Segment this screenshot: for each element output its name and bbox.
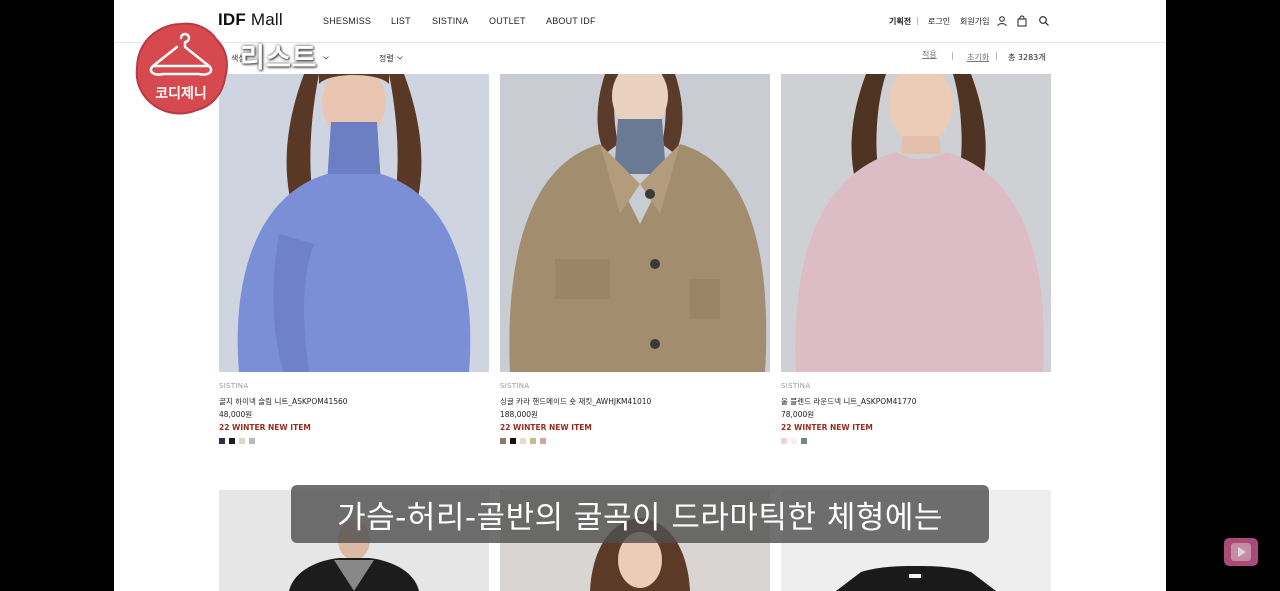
product-brand: SISTINA: [219, 382, 249, 390]
product-price: 78,000원: [781, 410, 815, 419]
color-swatch[interactable]: [801, 438, 807, 444]
product-price: 188,000원: [500, 410, 538, 419]
product-name[interactable]: 싱글 카라 핸드메이드 숏 재킷_AWHJKM41010: [500, 396, 651, 407]
color-swatch[interactable]: [540, 438, 546, 444]
logo-rest: Mall: [245, 10, 283, 29]
filter-separator: |: [951, 51, 954, 60]
product-brand: SISTINA: [500, 382, 530, 390]
util-login[interactable]: 로그인: [928, 16, 950, 27]
nav-shesmiss[interactable]: SHESMISS: [323, 16, 371, 26]
color-swatch[interactable]: [249, 438, 255, 444]
nav-list[interactable]: LIST: [391, 16, 411, 26]
caption-text: 가슴-허리-골반의 굴곡이 드라마틱한 체형에는: [337, 499, 943, 536]
channel-sticker: 코디제니: [135, 22, 228, 115]
product-image[interactable]: [219, 74, 489, 372]
product-image[interactable]: [500, 74, 770, 372]
product-image[interactable]: [781, 74, 1051, 372]
color-swatch[interactable]: [530, 438, 536, 444]
util-special[interactable]: 기획전: [889, 16, 911, 27]
product-name[interactable]: 울 블렌드 라운드넥 니트_ASKPOM41770: [781, 396, 916, 407]
color-swatch[interactable]: [219, 438, 225, 444]
nav-about[interactable]: ABOUT IDF: [546, 16, 596, 26]
play-icon: [1231, 543, 1251, 561]
product-brand: SISTINA: [781, 382, 811, 390]
sticker-text: 코디제니: [155, 86, 207, 102]
color-swatch[interactable]: [500, 438, 506, 444]
product-price: 48,000원: [219, 410, 253, 419]
color-swatch[interactable]: [239, 438, 245, 444]
nav-sistina[interactable]: SISTINA: [432, 16, 468, 26]
product-tag: 22 WINTER NEW ITEM: [219, 423, 311, 432]
color-swatch[interactable]: [781, 438, 787, 444]
filter-sort[interactable]: 정렬: [379, 53, 394, 64]
filter-apply[interactable]: 적용: [922, 49, 937, 60]
filter-separator: |: [995, 51, 998, 60]
color-swatch[interactable]: [510, 438, 516, 444]
overlay-title: 리스트: [240, 43, 318, 74]
util-separator: |: [916, 16, 919, 25]
product-name[interactable]: 골지 하이넥 슬림 니트_ASKPOM41560: [219, 396, 348, 407]
color-swatches: [500, 438, 546, 444]
product-count: 총 3283개: [1008, 53, 1046, 62]
color-swatch[interactable]: [229, 438, 235, 444]
color-swatches: [781, 438, 807, 444]
filter-reset[interactable]: 초기화: [967, 52, 989, 63]
chevron-down-icon[interactable]: [397, 55, 403, 61]
video-caption: 가슴-허리-골반의 굴곡이 드라마틱한 체형에는: [291, 485, 989, 543]
nav-outlet[interactable]: OUTLET: [489, 16, 526, 26]
product-tag: 22 WINTER NEW ITEM: [500, 423, 592, 432]
product-tag: 22 WINTER NEW ITEM: [781, 423, 873, 432]
cart-icon[interactable]: [1016, 15, 1028, 27]
util-signup[interactable]: 회원가입: [960, 16, 989, 27]
color-swatch[interactable]: [520, 438, 526, 444]
search-icon[interactable]: [1038, 15, 1050, 27]
user-icon[interactable]: [996, 15, 1008, 27]
color-swatch[interactable]: [791, 438, 797, 444]
color-swatches: [219, 438, 255, 444]
play-button[interactable]: [1224, 538, 1258, 566]
chevron-down-icon[interactable]: [323, 55, 329, 61]
